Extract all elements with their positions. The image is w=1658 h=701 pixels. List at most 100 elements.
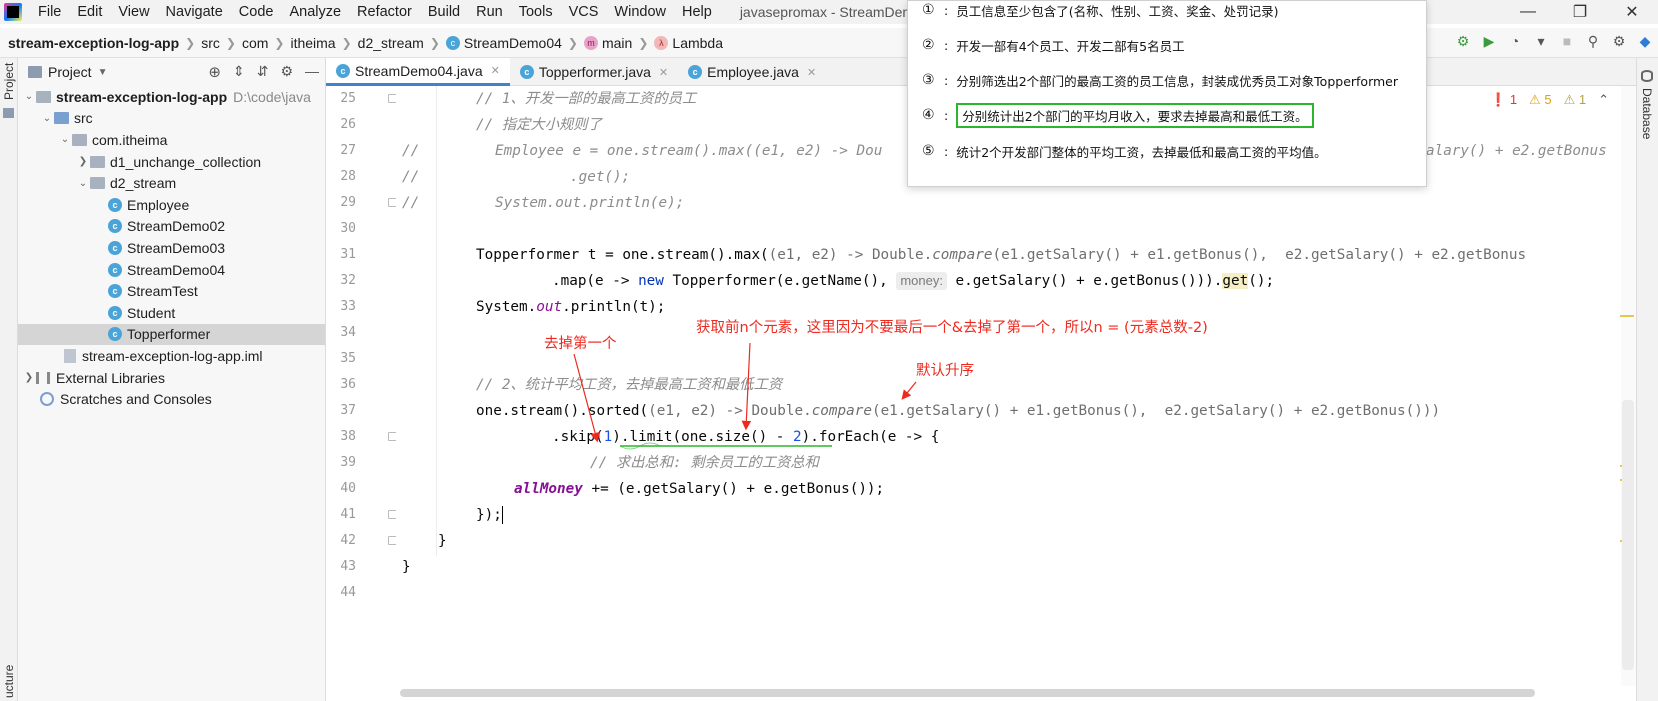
tree-item-root[interactable]: ⌄ stream-exception-log-app D:\code\java bbox=[18, 86, 325, 108]
tree-item-class[interactable]: c Employee bbox=[18, 194, 325, 216]
tree-item-com-itheima[interactable]: ⌄ com.itheima bbox=[18, 129, 325, 151]
profiler-icon[interactable]: ◔ bbox=[1506, 32, 1524, 50]
search-icon[interactable]: ⚲ bbox=[1584, 32, 1602, 50]
close-icon[interactable]: ✕ bbox=[1606, 0, 1658, 24]
code-line: }); bbox=[476, 502, 503, 528]
chevron-up-icon[interactable]: ⌃ bbox=[1598, 92, 1609, 108]
menu-analyze[interactable]: Analyze bbox=[281, 0, 349, 24]
breadcrumb-com[interactable]: com bbox=[242, 35, 268, 51]
menu-view[interactable]: View bbox=[110, 0, 157, 24]
close-icon[interactable]: ✕ bbox=[659, 66, 668, 79]
structure-tool-button[interactable]: ucture bbox=[2, 665, 16, 698]
code-token: (e1, e2) -> Double. bbox=[768, 247, 933, 263]
breadcrumb-class-label: StreamDemo04 bbox=[463, 34, 562, 51]
intellij-logo-icon bbox=[4, 3, 22, 21]
menu-navigate[interactable]: Navigate bbox=[158, 0, 231, 24]
chevron-down-icon[interactable]: ⌄ bbox=[76, 178, 90, 189]
tab-streamdemo04[interactable]: c StreamDemo04.java ✕ bbox=[326, 58, 510, 86]
locate-icon[interactable]: ⊕ bbox=[208, 63, 221, 81]
line-number: 27 bbox=[340, 143, 356, 158]
tree-item-class[interactable]: c StreamDemo02 bbox=[18, 216, 325, 238]
stop-icon[interactable]: ■ bbox=[1558, 32, 1576, 50]
plugin-icon[interactable]: ◆ bbox=[1636, 32, 1654, 50]
line-number: 28 bbox=[340, 169, 356, 184]
warning-count-value: 5 bbox=[1544, 92, 1552, 107]
menu-run[interactable]: Run bbox=[468, 0, 511, 24]
menu-edit[interactable]: Edit bbox=[69, 0, 110, 24]
chevron-down-icon[interactable]: ▼ bbox=[98, 67, 108, 78]
chevron-down-icon[interactable]: ⌄ bbox=[22, 91, 36, 102]
code-line: .get(); bbox=[570, 164, 630, 190]
breadcrumb-class[interactable]: c StreamDemo04 bbox=[445, 34, 562, 51]
breadcrumb-itheima[interactable]: itheima bbox=[290, 35, 335, 51]
line-number: 37 bbox=[340, 403, 356, 418]
menu-vcs[interactable]: VCS bbox=[561, 0, 607, 24]
tree-item-scratches[interactable]: Scratches and Consoles bbox=[18, 388, 325, 410]
menu-tools[interactable]: Tools bbox=[511, 0, 561, 24]
tree-item-class[interactable]: c StreamDemo03 bbox=[18, 237, 325, 259]
tree-item-class[interactable]: c Student bbox=[18, 302, 325, 324]
gear-icon[interactable]: ⚙ bbox=[280, 63, 293, 81]
tree-item-class[interactable]: c StreamTest bbox=[18, 280, 325, 302]
gear-icon[interactable]: ⚙ bbox=[1610, 32, 1628, 50]
horizontal-scrollbar[interactable] bbox=[396, 688, 1621, 698]
scrollbar-thumb[interactable] bbox=[400, 689, 1535, 697]
breadcrumb-lambda[interactable]: λ Lambda bbox=[654, 35, 723, 51]
close-icon[interactable]: ✕ bbox=[807, 66, 816, 79]
warning-marker[interactable] bbox=[1620, 315, 1634, 317]
hide-icon[interactable]: — bbox=[305, 63, 319, 81]
project-tool-button[interactable]: Project bbox=[2, 63, 16, 100]
tree-item-d2[interactable]: ⌄ d2_stream bbox=[18, 172, 325, 194]
menu-window[interactable]: Window bbox=[606, 0, 674, 24]
breadcrumb-package[interactable]: d2_stream bbox=[358, 35, 424, 51]
restore-icon[interactable]: ❐ bbox=[1554, 0, 1606, 24]
database-tool-button[interactable]: Database bbox=[1640, 88, 1654, 139]
breadcrumb-project[interactable]: stream-exception-log-app bbox=[8, 35, 179, 51]
expand-all-icon[interactable]: ⇕ bbox=[233, 63, 245, 81]
project-panel-title[interactable]: Project bbox=[48, 64, 92, 80]
chevron-down-icon[interactable]: ▾ bbox=[1532, 32, 1550, 50]
menu-code[interactable]: Code bbox=[231, 0, 282, 24]
annotation-get-first-n: 获取前n个元素，这里因为不要最后一个&去掉了第一个，所以n = (元素总数-2) bbox=[696, 320, 1208, 336]
menu-refactor[interactable]: Refactor bbox=[349, 0, 420, 24]
tree-item-label: StreamDemo02 bbox=[127, 218, 226, 235]
collapse-all-icon[interactable]: ⇵ bbox=[257, 63, 269, 81]
coverage-icon[interactable]: ▶ bbox=[1480, 32, 1498, 50]
breadcrumb-method[interactable]: m main bbox=[583, 35, 632, 51]
menu-build[interactable]: Build bbox=[420, 0, 468, 24]
code-token: compare bbox=[932, 247, 993, 263]
tab-topperformer[interactable]: c Topperformer.java ✕ bbox=[510, 58, 678, 86]
chevron-right-icon[interactable]: ❯ bbox=[76, 156, 90, 167]
tree-item-d1[interactable]: ❯ d1_unchange_collection bbox=[18, 151, 325, 173]
runnable-class-icon: c bbox=[108, 240, 122, 255]
menu-file[interactable]: File bbox=[30, 0, 69, 24]
warning-count[interactable]: ⚠ 5 bbox=[1529, 92, 1552, 108]
chevron-down-icon[interactable]: ⌄ bbox=[40, 113, 54, 124]
code-comment: // bbox=[402, 143, 420, 159]
code-line: one.stream().sorted((e1, e2) -> Double.c… bbox=[476, 398, 1440, 424]
code-token: e.getSalary() + e.getBonus())). bbox=[946, 273, 1223, 289]
tree-item-iml[interactable]: stream-exception-log-app.iml bbox=[18, 345, 325, 367]
tree-item-class[interactable]: c StreamDemo04 bbox=[18, 259, 325, 281]
error-count[interactable]: ❗ 1 bbox=[1490, 92, 1517, 108]
tree-item-src[interactable]: ⌄ src bbox=[18, 108, 325, 130]
minimize-icon[interactable]: — bbox=[1502, 0, 1554, 24]
inspection-widget[interactable]: ❗ 1 ⚠ 5 ⚠ 1 ⌃ ⌄ bbox=[1490, 92, 1632, 108]
menu-help[interactable]: Help bbox=[674, 0, 720, 24]
close-icon[interactable]: ✕ bbox=[491, 64, 500, 77]
vertical-scrollbar[interactable] bbox=[1622, 400, 1634, 670]
line-number: 39 bbox=[340, 455, 356, 470]
code-comment: // 2、统计平均工资，去掉最高工资和最低工资 bbox=[476, 377, 783, 393]
chevron-right-icon[interactable]: ❯ bbox=[22, 372, 36, 383]
tab-employee[interactable]: c Employee.java ✕ bbox=[678, 58, 826, 86]
requirement-colon: : bbox=[944, 143, 949, 159]
weak-warning-count[interactable]: ⚠ 1 bbox=[1564, 92, 1587, 108]
tree-item-label: Employee bbox=[127, 196, 190, 213]
debug-bug-icon[interactable]: ⚙ bbox=[1454, 32, 1472, 50]
line-number: 34 bbox=[340, 325, 356, 340]
code-token: one.stream().sorted( bbox=[476, 403, 649, 419]
chevron-down-icon[interactable]: ⌄ bbox=[58, 134, 72, 145]
tree-item-class-selected[interactable]: c Topperformer bbox=[18, 323, 325, 346]
breadcrumb-src[interactable]: src bbox=[201, 35, 220, 51]
tree-item-external-libraries[interactable]: ❯ External Libraries bbox=[18, 367, 325, 389]
